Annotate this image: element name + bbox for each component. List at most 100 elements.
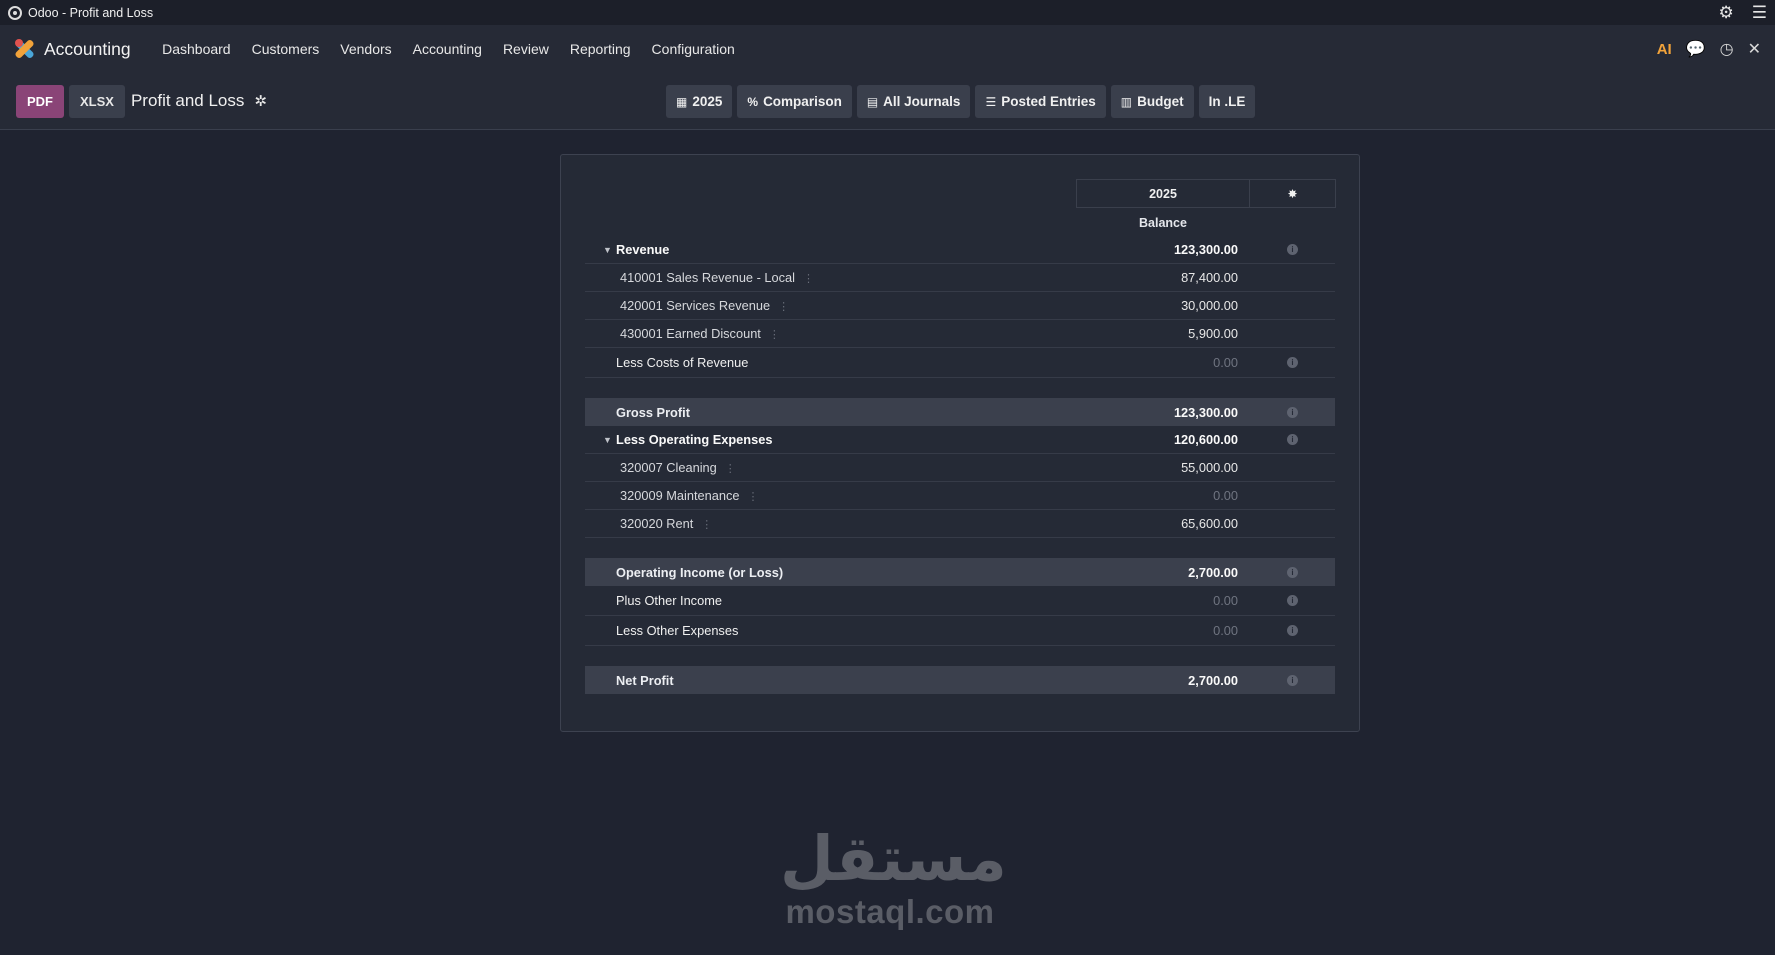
row-amount: 0.00 bbox=[1213, 623, 1238, 638]
extensions-icon[interactable]: ⚙ bbox=[1719, 3, 1734, 23]
row-label: Less Costs of Revenue bbox=[616, 355, 749, 370]
balance-header: Balance bbox=[585, 209, 1335, 236]
clock-icon[interactable]: ◷ bbox=[1720, 39, 1734, 59]
main-navbar: Accounting Dashboard Customers Vendors A… bbox=[0, 25, 1775, 73]
row-label: 420001 Services Revenue ⋮ bbox=[620, 298, 790, 313]
info-icon[interactable]: i bbox=[1287, 625, 1298, 636]
percent-icon: % bbox=[747, 94, 759, 109]
kebab-icon: ⋮ bbox=[724, 463, 736, 475]
row-other-expenses[interactable]: Less Other Expenses 0.00 i bbox=[585, 616, 1335, 646]
bar-chart-icon: ▥ bbox=[1120, 94, 1133, 109]
row-amount[interactable]: 0.00 bbox=[1213, 488, 1238, 503]
report-card: 2025 ✸ Balance ▼ Revenue 123,300.00 i 41… bbox=[560, 154, 1360, 732]
comparison-filter-button[interactable]: % Comparison bbox=[737, 85, 852, 118]
row-label: Net Profit bbox=[616, 672, 674, 688]
app-name[interactable]: Accounting bbox=[44, 39, 131, 60]
kebab-icon: ⋮ bbox=[778, 301, 790, 313]
currency-filter-label: In .LE bbox=[1208, 94, 1246, 109]
info-icon[interactable]: i bbox=[1287, 434, 1298, 445]
chat-icon[interactable]: 💬 bbox=[1686, 39, 1706, 59]
kebab-icon: ⋮ bbox=[768, 329, 780, 341]
info-icon[interactable]: i bbox=[1287, 595, 1298, 606]
row-account-320007[interactable]: 320007 Cleaning ⋮ 55,000.00 bbox=[585, 454, 1335, 482]
row-amount: 2,700.00 bbox=[1188, 672, 1238, 688]
row-label: 410001 Sales Revenue - Local ⋮ bbox=[620, 270, 815, 285]
info-icon[interactable]: i bbox=[1287, 566, 1298, 578]
row-revenue[interactable]: ▼ Revenue 123,300.00 i bbox=[585, 236, 1335, 264]
debug-icon[interactable]: ✸ bbox=[1250, 179, 1336, 208]
nav-item-reporting[interactable]: Reporting bbox=[559, 41, 641, 57]
row-account-420001[interactable]: 420001 Services Revenue ⋮ 30,000.00 bbox=[585, 292, 1335, 320]
row-label: Less Other Expenses bbox=[616, 623, 739, 638]
info-icon[interactable]: i bbox=[1287, 357, 1298, 368]
nav-item-dashboard[interactable]: Dashboard bbox=[152, 41, 242, 57]
date-filter-label: 2025 bbox=[692, 94, 723, 109]
gear-icon[interactable]: ✲ bbox=[254, 92, 267, 110]
row-costs-of-revenue[interactable]: Less Costs of Revenue 0.00 i bbox=[585, 348, 1335, 378]
currency-filter-button[interactable]: In .LE bbox=[1198, 85, 1256, 118]
nav-item-accounting[interactable]: Accounting bbox=[402, 41, 492, 57]
budget-filter-button[interactable]: ▥ Budget bbox=[1110, 85, 1194, 118]
kebab-icon: ⋮ bbox=[701, 519, 713, 531]
row-amount: 120,600.00 bbox=[1173, 432, 1238, 447]
row-label: Less Operating Expenses bbox=[616, 432, 773, 447]
xlsx-button[interactable]: XLSX bbox=[69, 84, 125, 118]
nav-item-vendors[interactable]: Vendors bbox=[330, 41, 402, 57]
caret-down-icon[interactable]: ▼ bbox=[603, 435, 612, 445]
row-amount: 123,300.00 bbox=[1173, 404, 1238, 420]
row-label: Operating Income (or Loss) bbox=[616, 564, 784, 580]
info-icon[interactable]: i bbox=[1287, 244, 1298, 255]
row-other-income[interactable]: Plus Other Income 0.00 i bbox=[585, 586, 1335, 616]
row-amount[interactable]: 5,900.00 bbox=[1188, 326, 1238, 341]
comparison-filter-label: Comparison bbox=[763, 94, 842, 109]
journals-filter-button[interactable]: ▤ All Journals bbox=[856, 85, 971, 118]
journals-filter-label: All Journals bbox=[883, 94, 961, 109]
row-amount: 2,700.00 bbox=[1188, 564, 1238, 580]
tools-icon[interactable]: ✕ bbox=[1748, 39, 1761, 59]
row-amount[interactable]: 87,400.00 bbox=[1181, 270, 1238, 285]
ai-icon[interactable]: AI bbox=[1657, 41, 1672, 58]
window-title: Odoo - Profit and Loss bbox=[28, 5, 154, 20]
kebab-icon: ⋮ bbox=[803, 273, 815, 285]
row-amount[interactable]: 30,000.00 bbox=[1181, 298, 1238, 313]
watermark-url: mostaql.com bbox=[785, 893, 995, 930]
row-account-410001[interactable]: 410001 Sales Revenue - Local ⋮ 87,400.00 bbox=[585, 264, 1335, 292]
nav-item-customers[interactable]: Customers bbox=[241, 41, 330, 57]
row-label: 430001 Earned Discount ⋮ bbox=[620, 326, 780, 341]
window-titlebar: Odoo - Profit and Loss ⚙ ☰ bbox=[0, 0, 1775, 25]
nav-item-configuration[interactable]: Configuration bbox=[641, 41, 745, 57]
column-year-header[interactable]: 2025 bbox=[1076, 179, 1250, 208]
row-amount[interactable]: 55,000.00 bbox=[1181, 460, 1238, 475]
report-filters: ▦ 2025 % Comparison ▤ All Journals ☰ Pos… bbox=[666, 85, 1256, 118]
nav-item-review[interactable]: Review bbox=[492, 41, 559, 57]
row-operating-expenses[interactable]: ▼ Less Operating Expenses 120,600.00 i bbox=[585, 426, 1335, 454]
balance-header-label: Balance bbox=[1139, 216, 1187, 230]
hamburger-menu-icon[interactable]: ☰ bbox=[1752, 3, 1767, 23]
app-logo-icon bbox=[8, 5, 22, 20]
row-amount[interactable]: 65,600.00 bbox=[1181, 516, 1238, 531]
kebab-icon: ⋮ bbox=[747, 491, 759, 503]
row-label: 320007 Cleaning ⋮ bbox=[620, 460, 736, 475]
profit-loss-report: 2025 ✸ Balance ▼ Revenue 123,300.00 i 41… bbox=[585, 179, 1336, 694]
row-account-320009[interactable]: 320009 Maintenance ⋮ 0.00 bbox=[585, 482, 1335, 510]
row-amount: 123,300.00 bbox=[1173, 242, 1238, 257]
calendar-icon: ▦ bbox=[676, 94, 688, 109]
row-label: Gross Profit bbox=[616, 404, 690, 420]
info-icon[interactable]: i bbox=[1287, 406, 1298, 418]
sliders-icon: ☰ bbox=[985, 94, 997, 109]
row-operating-income[interactable]: Operating Income (or Loss) 2,700.00 i bbox=[585, 558, 1335, 586]
row-label: 320020 Rent ⋮ bbox=[620, 516, 713, 531]
row-net-profit[interactable]: Net Profit 2,700.00 i bbox=[585, 666, 1335, 694]
row-account-320020[interactable]: 320020 Rent ⋮ 65,600.00 bbox=[585, 510, 1335, 538]
pdf-button[interactable]: PDF bbox=[16, 84, 64, 118]
row-account-430001[interactable]: 430001 Earned Discount ⋮ 5,900.00 bbox=[585, 320, 1335, 348]
accounting-app-icon[interactable] bbox=[14, 38, 36, 60]
date-filter-button[interactable]: ▦ 2025 bbox=[666, 85, 733, 118]
info-icon[interactable]: i bbox=[1287, 674, 1298, 686]
caret-down-icon[interactable]: ▼ bbox=[603, 245, 612, 255]
posted-entries-filter-label: Posted Entries bbox=[1001, 94, 1096, 109]
posted-entries-filter-button[interactable]: ☰ Posted Entries bbox=[975, 85, 1106, 118]
watermark-arabic: مستقل bbox=[780, 822, 1007, 895]
page-title: Profit and Loss bbox=[130, 91, 245, 110]
row-gross-profit[interactable]: Gross Profit 123,300.00 i bbox=[585, 398, 1335, 426]
